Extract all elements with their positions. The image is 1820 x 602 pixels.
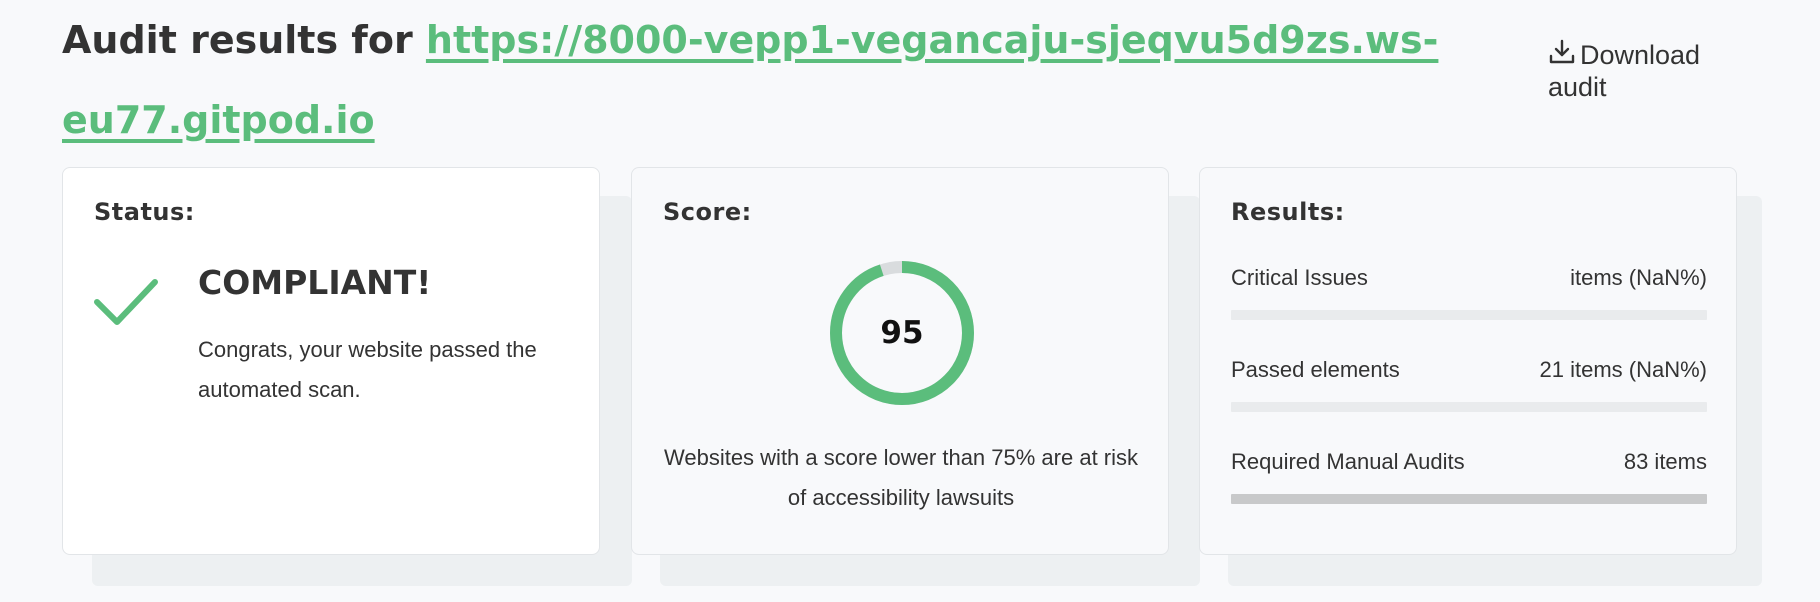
score-card-title: Score:: [663, 198, 752, 226]
result-label: Required Manual Audits: [1231, 449, 1465, 474]
result-value: 21 items (NaN%): [1539, 357, 1707, 382]
download-icon: [1549, 39, 1575, 64]
result-progress-bar: [1231, 402, 1707, 412]
score-card: Score: 95 Websites with a score lower th…: [631, 167, 1169, 555]
page-header: Audit results for https://8000-vepp1-veg…: [62, 0, 1502, 160]
title-prefix: Audit results for: [62, 18, 426, 62]
results-card: Results: Critical Issues items (NaN%) Pa…: [1199, 167, 1737, 555]
result-label: Critical Issues: [1231, 265, 1368, 290]
status-card-title: Status:: [94, 198, 195, 226]
score-note: Websites with a score lower than 75% are…: [663, 445, 1139, 510]
page-title: Audit results for https://8000-vepp1-veg…: [62, 0, 1502, 160]
result-progress-fill: [1231, 494, 1707, 504]
result-value: 83 items: [1623, 449, 1707, 474]
checkmark-icon: [94, 279, 158, 325]
result-label: Passed elements: [1231, 357, 1400, 382]
result-progress-bar: [1231, 494, 1707, 504]
result-value: items (NaN%): [1570, 265, 1707, 290]
status-heading: COMPLIANT!: [198, 263, 432, 302]
results-card-title: Results:: [1231, 198, 1345, 226]
download-audit-button[interactable]: Download audit: [1548, 38, 1748, 103]
status-card: Status: COMPLIANT! Congrats, your websit…: [62, 167, 600, 555]
status-message: Congrats, your website passed the automa…: [198, 337, 537, 402]
score-value: 95: [880, 315, 924, 351]
result-progress-bar: [1231, 310, 1707, 320]
